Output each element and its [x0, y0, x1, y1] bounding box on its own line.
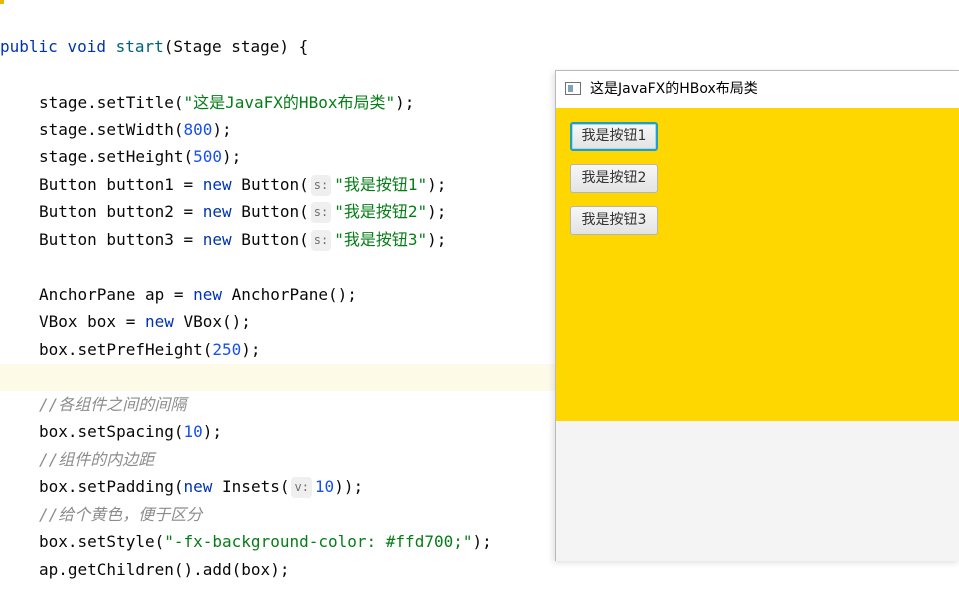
button-3[interactable]: 我是按钮3 [570, 206, 658, 235]
button-1[interactable]: 我是按钮1 [570, 122, 658, 151]
javafx-window[interactable]: 这是JavaFX的HBox布局类 我是按钮1 我是按钮2 我是按钮3 [555, 70, 959, 561]
code-line-1[interactable]: public void start(Stage stage) { [0, 6, 959, 56]
method-signature: public void start(Stage stage) { [0, 37, 309, 56]
javafx-window-icon [565, 82, 581, 95]
code-text: Button button3 = new Button(s: "我是按钮3"); [39, 230, 447, 251]
window-title: 这是JavaFX的HBox布局类 [590, 81, 758, 97]
button-2[interactable]: 我是按钮2 [570, 164, 658, 193]
code-text: ap.getChildren().add(box); [39, 560, 290, 579]
vbox-container: 我是按钮1 我是按钮2 我是按钮3 [556, 108, 959, 421]
window-titlebar[interactable]: 这是JavaFX的HBox布局类 [556, 71, 959, 108]
parameter-hint: s: [310, 230, 332, 251]
fold-marker [0, 0, 4, 4]
